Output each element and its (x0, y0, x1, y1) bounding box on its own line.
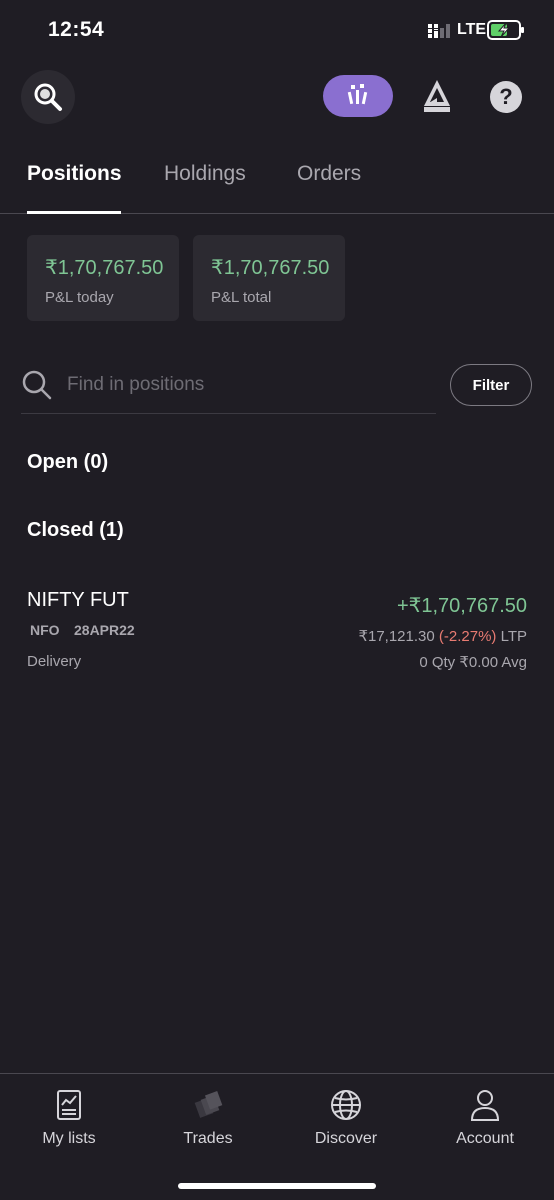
position-qty: 0 Qty (419, 654, 456, 671)
global-search-button[interactable] (21, 70, 75, 124)
signal-icon (428, 24, 450, 38)
pl-total-card: ₹1,70,767.50 P&L total (193, 235, 345, 321)
active-tab-indicator (27, 211, 121, 214)
battery-icon (487, 20, 524, 40)
closed-section-header[interactable]: Closed (1) (27, 519, 124, 542)
search-icon (22, 370, 52, 400)
kite-connect-button[interactable] (323, 75, 393, 117)
user-icon (470, 1090, 500, 1121)
trades-icon (194, 1091, 223, 1118)
position-row[interactable]: NIFTY FUT NFO 28APR22 Delivery +₹1,70,76… (27, 585, 527, 675)
tab-bar: Positions Holdings Orders (0, 150, 554, 214)
nav-trades[interactable]: Trades (148, 1088, 268, 1148)
position-expiry: 28APR22 (74, 622, 135, 638)
list-icon (57, 1090, 81, 1120)
position-ltp: ₹17,121.30 (358, 628, 435, 645)
search-input[interactable] (67, 370, 407, 400)
status-time: 12:54 (48, 18, 105, 41)
position-symbol: NIFTY FUT (27, 589, 129, 611)
nav-discover[interactable]: Discover (286, 1088, 406, 1148)
filter-button[interactable]: Filter (450, 364, 532, 406)
nav-label-my-lists: My lists (42, 1130, 96, 1147)
pl-today-label: P&L today (45, 289, 114, 306)
nav-label-discover: Discover (314, 1130, 378, 1147)
network-type: LTE (457, 21, 487, 38)
position-change: (-2.27%) (438, 628, 497, 645)
pl-total-label: P&L total (211, 289, 272, 306)
position-avg: ₹0.00 Avg (459, 654, 527, 671)
pl-today-value: ₹1,70,767.50 (45, 257, 164, 279)
search-icon (34, 83, 62, 111)
bottom-nav: My lists Trades Discover Account (0, 1073, 554, 1200)
top-bar: ? (0, 70, 554, 126)
help-button[interactable]: ? (490, 81, 522, 113)
tab-holdings[interactable]: Holdings (164, 162, 246, 186)
logo-icon[interactable] (420, 78, 454, 114)
kite-pill-icon (347, 84, 368, 105)
nav-account[interactable]: Account (425, 1088, 545, 1148)
position-pnl: +₹1,70,767.50 (396, 595, 527, 617)
status-bar: 12:54 LTE (0, 0, 554, 62)
position-exchange: NFO (30, 622, 60, 638)
nav-label-account: Account (456, 1130, 514, 1147)
position-ltp-label: LTP (500, 628, 527, 645)
pl-today-card: ₹1,70,767.50 P&L today (27, 235, 179, 321)
tab-orders[interactable]: Orders (297, 162, 361, 186)
position-product: Delivery (27, 653, 82, 670)
tab-positions[interactable]: Positions (27, 162, 122, 186)
pl-total-value: ₹1,70,767.50 (211, 257, 330, 279)
help-icon: ? (499, 84, 513, 109)
open-section-header[interactable]: Open (0) (27, 451, 108, 474)
positions-search (21, 358, 436, 414)
home-indicator[interactable] (178, 1183, 376, 1189)
nav-label-trades: Trades (183, 1130, 233, 1147)
position-qty-line: 0 Qty ₹0.00 Avg (419, 653, 527, 671)
nav-my-lists[interactable]: My lists (9, 1088, 129, 1148)
position-ltp-line: ₹17,121.30 (-2.27%) LTP (358, 627, 527, 645)
globe-icon (331, 1090, 361, 1120)
